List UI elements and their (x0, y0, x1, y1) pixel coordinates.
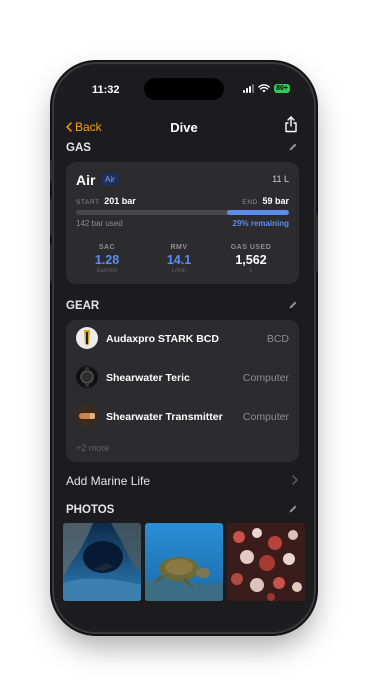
status-time: 11:32 (92, 84, 120, 96)
status-bar: 11:32 80+ (60, 82, 308, 98)
start-value: 201 bar (104, 196, 136, 206)
status-icons: 80+ (243, 84, 290, 93)
gas-section-header: GAS (66, 142, 298, 156)
end-value: 59 bar (262, 196, 289, 206)
dive-computer-icon (76, 366, 98, 388)
phone-frame: 11:32 80+ Back Dive GAS Air Air 11 L STA… (50, 64, 318, 632)
gas-remaining-text: 29% remaining (232, 219, 289, 228)
rmv-value: 14.1 (166, 253, 192, 267)
gear-type: BCD (266, 333, 289, 345)
sac-stat: SAC 1.28 bar/min (79, 244, 135, 274)
gas-remaining-bar (76, 210, 289, 215)
signal-icon (243, 84, 255, 93)
edit-gas-pencil-icon[interactable] (288, 142, 298, 152)
app-screen: 11:32 80+ Back Dive GAS Air Air 11 L STA… (60, 70, 308, 626)
coral-photo[interactable] (227, 523, 305, 601)
gear-name: Audaxpro STARK BCD (106, 333, 219, 345)
gear-row[interactable]: Audaxpro STARK BCD BCD (74, 325, 289, 353)
underwater-cave-photo[interactable] (63, 523, 141, 601)
volume-up-button (50, 198, 53, 236)
sac-unit: bar/min (96, 268, 117, 274)
sea-turtle-photo[interactable] (145, 523, 223, 601)
gas-used-unit: L (249, 268, 253, 274)
gear-row[interactable]: Shearwater Teric Computer (74, 364, 289, 392)
gas-name: Air (76, 172, 96, 188)
wifi-icon (258, 84, 270, 93)
action-button (50, 160, 53, 182)
navigation-bar: Back Dive (60, 116, 308, 136)
gear-type: Computer (242, 372, 289, 384)
page-title: Dive (170, 120, 198, 135)
gas-used-label: GAS USED (230, 244, 272, 251)
gear-section-title: GEAR (66, 300, 100, 312)
start-pressure: START 201 bar (76, 196, 136, 206)
edit-photos-pencil-icon[interactable] (288, 504, 298, 514)
photos-section-header: PHOTOS (66, 504, 298, 518)
rmv-label: RMV (170, 244, 188, 251)
end-label: END (242, 199, 258, 206)
start-label: START (76, 199, 100, 206)
add-marine-life-row[interactable]: Add Marine Life (66, 474, 298, 490)
edit-gear-pencil-icon[interactable] (288, 300, 298, 310)
gas-used-stat: GAS USED 1,562 L (223, 244, 279, 274)
photos-section-title: PHOTOS (66, 504, 115, 516)
bcd-icon (76, 327, 98, 349)
chevron-right-icon (292, 475, 298, 485)
sac-label: SAC (98, 244, 116, 251)
battery-icon: 80+ (274, 84, 290, 93)
gas-mix-badge: Air (101, 173, 119, 186)
gear-card: Audaxpro STARK BCD BCD Shearwater Teric … (66, 320, 299, 462)
tank-volume: 11 L (272, 174, 289, 184)
gas-used-text: 142 bar used (76, 219, 123, 228)
gas-used-value: 1,562 (235, 253, 267, 267)
rmv-stat: RMV 14.1 L/min (151, 244, 207, 274)
volume-down-button (50, 244, 53, 282)
gas-card[interactable]: Air Air 11 L START 201 bar END 59 bar 14… (66, 162, 299, 284)
rmv-unit: L/min (171, 268, 187, 274)
power-button (315, 214, 318, 272)
add-marine-life-label: Add Marine Life (66, 474, 151, 488)
gear-name: Shearwater Transmitter (106, 411, 223, 423)
gear-type: Computer (242, 411, 289, 423)
gas-section-title: GAS (66, 142, 91, 154)
share-icon[interactable] (284, 116, 298, 133)
gear-section-header: GEAR (66, 300, 298, 314)
sac-value: 1.28 (94, 253, 120, 267)
more-gear-link[interactable]: +2 more (76, 443, 109, 453)
gear-row[interactable]: Shearwater Transmitter Computer (74, 403, 289, 431)
gas-remaining-fill (227, 210, 289, 215)
end-pressure: END 59 bar (242, 196, 289, 206)
gear-name: Shearwater Teric (106, 372, 190, 384)
transmitter-icon (76, 405, 98, 427)
